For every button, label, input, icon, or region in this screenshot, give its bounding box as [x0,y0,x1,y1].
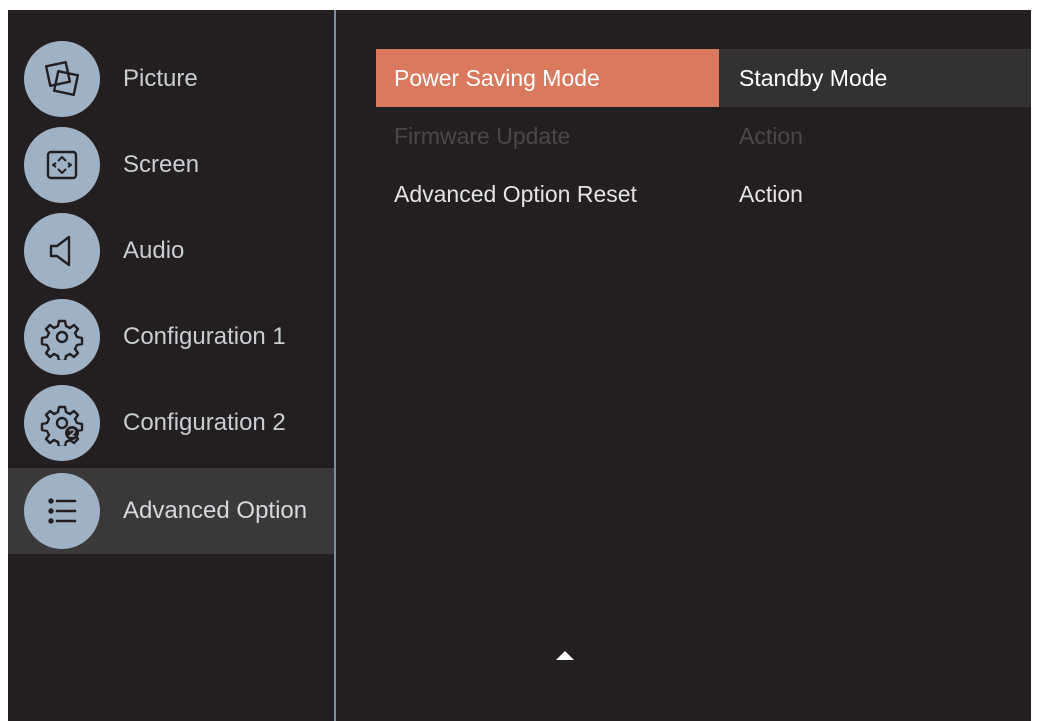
sidebar-item-configuration-1[interactable]: Configuration 1 [8,294,334,380]
sidebar-item-label: Advanced Option [123,497,308,524]
sidebar: Picture Screen Audio Configuration 1 Con… [8,10,334,721]
setting-label: Advanced Option Reset [394,181,637,207]
sidebar-item-picture[interactable]: Picture [8,36,334,122]
sidebar-item-label: Configuration 1 [123,323,286,350]
osd-menu: Picture Screen Audio Configuration 1 Con… [8,10,1031,721]
settings-panel: Power Saving Mode Standby Mode Firmware … [336,10,1031,721]
sidebar-item-label: Picture [123,65,198,92]
screen-icon [24,127,100,203]
row-power-saving-mode[interactable]: Power Saving Mode Standby Mode [376,49,1031,107]
setting-value: Action [739,123,803,149]
setting-value[interactable]: Action [719,165,1031,223]
list-icon [24,473,100,549]
up-arrow-icon[interactable] [556,651,574,660]
gear-icon [24,299,100,375]
sidebar-item-audio[interactable]: Audio [8,208,334,294]
row-firmware-update: Firmware Update Action [376,107,1031,165]
sidebar-item-configuration-2[interactable]: Configuration 2 [8,380,334,466]
sidebar-item-advanced-option[interactable]: Advanced Option [8,468,334,554]
sidebar-item-label: Configuration 2 [123,409,286,436]
sidebar-item-screen[interactable]: Screen [8,122,334,208]
setting-value[interactable]: Standby Mode [719,49,1031,107]
sidebar-item-label: Screen [123,151,200,178]
gear-2-icon [24,385,100,461]
row-advanced-option-reset[interactable]: Advanced Option Reset Action [376,165,1031,223]
sidebar-item-label: Audio [123,237,185,264]
setting-label: Power Saving Mode [376,49,719,107]
setting-label: Firmware Update [394,123,571,149]
audio-icon [24,213,100,289]
picture-icon [24,41,100,117]
